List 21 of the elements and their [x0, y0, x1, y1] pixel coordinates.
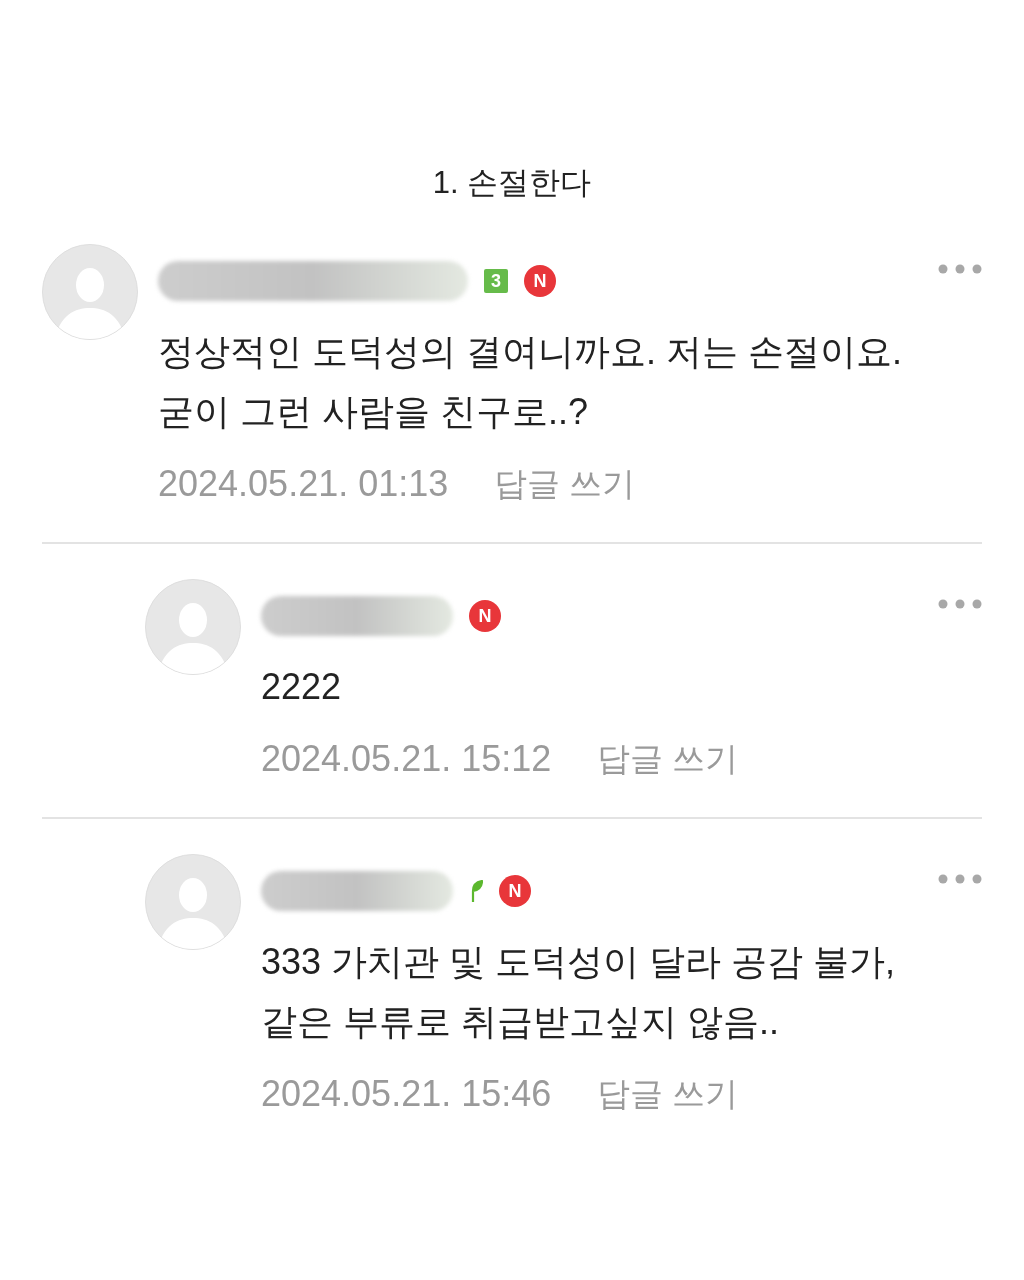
comment-date: 2024.05.21. 15:46: [261, 1072, 552, 1116]
avatar-icon: [145, 579, 241, 675]
avatar-icon: [145, 854, 241, 950]
heading-text: 1. 손절한다: [432, 164, 592, 202]
comment-text: 2222: [261, 665, 343, 709]
comment-text: 정상적인 도덕성의 결여니까요. 저는 손절이요. 굳이 그런 사람을 친구로..?: [158, 330, 903, 434]
new-badge: N: [499, 875, 531, 907]
new-badge: N: [469, 600, 501, 632]
more-icon[interactable]: [938, 874, 982, 884]
reply-link[interactable]: 답글 쓰기: [494, 462, 636, 506]
comment-date: 2024.05.21. 01:13: [158, 462, 449, 506]
reply-link[interactable]: 답글 쓰기: [597, 1072, 739, 1116]
sprout-icon: [469, 880, 483, 902]
comment-text: 333 가치관 및 도덕성이 달라 공감 불가, 같은 부류로 취급받고싶지 않음..: [261, 940, 897, 1044]
more-icon[interactable]: [938, 264, 982, 274]
more-icon[interactable]: [938, 599, 982, 609]
avatar-icon: [42, 244, 138, 340]
comment-date: 2024.05.21. 15:12: [261, 737, 552, 781]
new-badge: N: [524, 265, 556, 297]
level-badge: 3: [484, 269, 508, 293]
reply-link[interactable]: 답글 쓰기: [597, 737, 739, 781]
